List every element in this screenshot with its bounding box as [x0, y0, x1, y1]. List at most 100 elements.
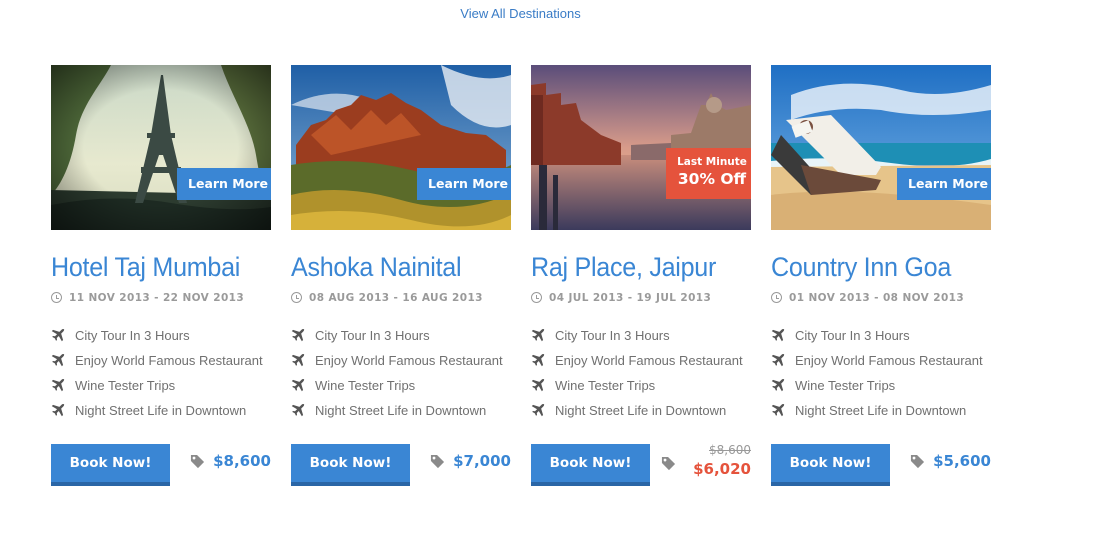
feature-label: Wine Tester Trips [555, 378, 656, 393]
feature-item: City Tour In 3 Hours [531, 327, 743, 352]
feature-item: Enjoy World Famous Restaurant [51, 352, 263, 377]
destination-card: Last Minute 30% Off Raj Place, Jaipur 04… [531, 65, 751, 486]
learn-more-button[interactable]: Learn More [177, 168, 271, 200]
destination-title[interactable]: Country Inn Goa [771, 252, 951, 283]
destination-card: Learn More Country Inn Goa 01 NOV 2013 -… [771, 65, 991, 486]
badge-discount: 30% Off [677, 170, 747, 188]
date-range: 04 JUL 2013 - 19 JUL 2013 [531, 292, 711, 304]
clock-icon [51, 292, 62, 303]
book-now-button[interactable]: Book Now! [51, 444, 170, 486]
plane-icon [531, 353, 545, 367]
feature-label: Night Street Life in Downtown [555, 403, 727, 418]
feature-label: City Tour In 3 Hours [555, 328, 670, 343]
feature-item: Enjoy World Famous Restaurant [531, 352, 743, 377]
feature-label: Enjoy World Famous Restaurant [795, 353, 983, 368]
feature-item: Enjoy World Famous Restaurant [291, 352, 503, 377]
plane-icon [51, 353, 65, 367]
feature-list: City Tour In 3 Hours Enjoy World Famous … [291, 327, 503, 427]
feature-label: City Tour In 3 Hours [75, 328, 190, 343]
feature-item: Night Street Life in Downtown [51, 402, 263, 427]
destination-card: Learn More Ashoka Nainital 08 AUG 2013 -… [291, 65, 511, 486]
feature-list: City Tour In 3 Hours Enjoy World Famous … [51, 327, 263, 427]
date-range-text: 04 JUL 2013 - 19 JUL 2013 [549, 292, 712, 304]
feature-label: Enjoy World Famous Restaurant [555, 353, 743, 368]
discounted-price: $6,020 [693, 460, 751, 478]
learn-more-button[interactable]: Learn More [897, 168, 991, 200]
feature-item: Wine Tester Trips [771, 377, 983, 402]
price: $8,600 [190, 452, 271, 478]
destination-photo-beach[interactable]: Learn More [771, 65, 991, 230]
sale-price: $8,600 $6,020 [661, 443, 751, 479]
plane-icon [771, 353, 785, 367]
destination-photo-venice[interactable]: Last Minute 30% Off [531, 65, 751, 230]
feature-label: City Tour In 3 Hours [795, 328, 910, 343]
price: $5,600 [910, 452, 991, 478]
destination-photo-eiffel[interactable]: Learn More [51, 65, 271, 230]
feature-label: Night Street Life in Downtown [315, 403, 487, 418]
plane-icon [51, 378, 65, 392]
plane-icon [771, 328, 785, 342]
feature-label: Night Street Life in Downtown [795, 403, 967, 418]
sale-badge: Last Minute 30% Off [666, 148, 751, 199]
book-now-button[interactable]: Book Now! [291, 444, 410, 486]
date-range-text: 08 AUG 2013 - 16 AUG 2013 [309, 292, 483, 304]
learn-more-button[interactable]: Learn More [417, 168, 511, 200]
feature-label: Wine Tester Trips [795, 378, 896, 393]
plane-icon [771, 403, 785, 417]
feature-label: Enjoy World Famous Restaurant [315, 353, 503, 368]
feature-label: Enjoy World Famous Restaurant [75, 353, 263, 368]
date-range-text: 11 NOV 2013 - 22 NOV 2013 [69, 292, 245, 304]
feature-list: City Tour In 3 Hours Enjoy World Famous … [771, 327, 983, 427]
plane-icon [531, 378, 545, 392]
book-now-button[interactable]: Book Now! [531, 444, 650, 486]
plane-icon [51, 403, 65, 417]
book-now-button[interactable]: Book Now! [771, 444, 890, 486]
price-value: $5,600 [933, 452, 991, 470]
destination-card: Learn More Hotel Taj Mumbai 11 NOV 2013 … [51, 65, 271, 486]
feature-item: City Tour In 3 Hours [51, 327, 263, 352]
clock-icon [291, 292, 302, 303]
price-tag-icon [661, 456, 676, 471]
view-all-destinations-link[interactable]: View All Destinations [0, 6, 1041, 21]
date-range: 08 AUG 2013 - 16 AUG 2013 [291, 292, 483, 304]
badge-label: Last Minute [677, 156, 747, 168]
feature-label: Wine Tester Trips [75, 378, 176, 393]
price-value: $8,600 [213, 452, 271, 470]
destination-photo-mountains[interactable]: Learn More [291, 65, 511, 230]
plane-icon [531, 328, 545, 342]
price-tag-icon [910, 454, 925, 469]
plane-icon [291, 378, 305, 392]
destination-title[interactable]: Ashoka Nainital [291, 252, 462, 283]
plane-icon [291, 403, 305, 417]
date-range: 11 NOV 2013 - 22 NOV 2013 [51, 292, 244, 304]
plane-icon [531, 403, 545, 417]
feature-list: City Tour In 3 Hours Enjoy World Famous … [531, 327, 743, 427]
plane-icon [291, 353, 305, 367]
feature-item: Wine Tester Trips [291, 377, 503, 402]
feature-item: Night Street Life in Downtown [771, 402, 983, 427]
plane-icon [291, 328, 305, 342]
plane-icon [51, 328, 65, 342]
destination-title[interactable]: Raj Place, Jaipur [531, 252, 716, 283]
feature-label: City Tour In 3 Hours [315, 328, 430, 343]
feature-item: City Tour In 3 Hours [291, 327, 503, 352]
feature-item: Enjoy World Famous Restaurant [771, 352, 983, 377]
feature-label: Wine Tester Trips [315, 378, 416, 393]
price-value: $7,000 [453, 452, 511, 470]
feature-item: City Tour In 3 Hours [771, 327, 983, 352]
price: $7,000 [430, 452, 511, 478]
feature-item: Wine Tester Trips [531, 377, 743, 402]
date-range-text: 01 NOV 2013 - 08 NOV 2013 [789, 292, 965, 304]
feature-label: Night Street Life in Downtown [75, 403, 247, 418]
price-tag-icon [190, 454, 205, 469]
price-tag-icon [430, 454, 445, 469]
destination-title[interactable]: Hotel Taj Mumbai [51, 252, 240, 283]
feature-item: Night Street Life in Downtown [531, 402, 743, 427]
feature-item: Night Street Life in Downtown [291, 402, 503, 427]
original-price: $8,600 [709, 443, 751, 457]
date-range: 01 NOV 2013 - 08 NOV 2013 [771, 292, 964, 304]
plane-icon [771, 378, 785, 392]
clock-icon [771, 292, 782, 303]
feature-item: Wine Tester Trips [51, 377, 263, 402]
clock-icon [531, 292, 542, 303]
